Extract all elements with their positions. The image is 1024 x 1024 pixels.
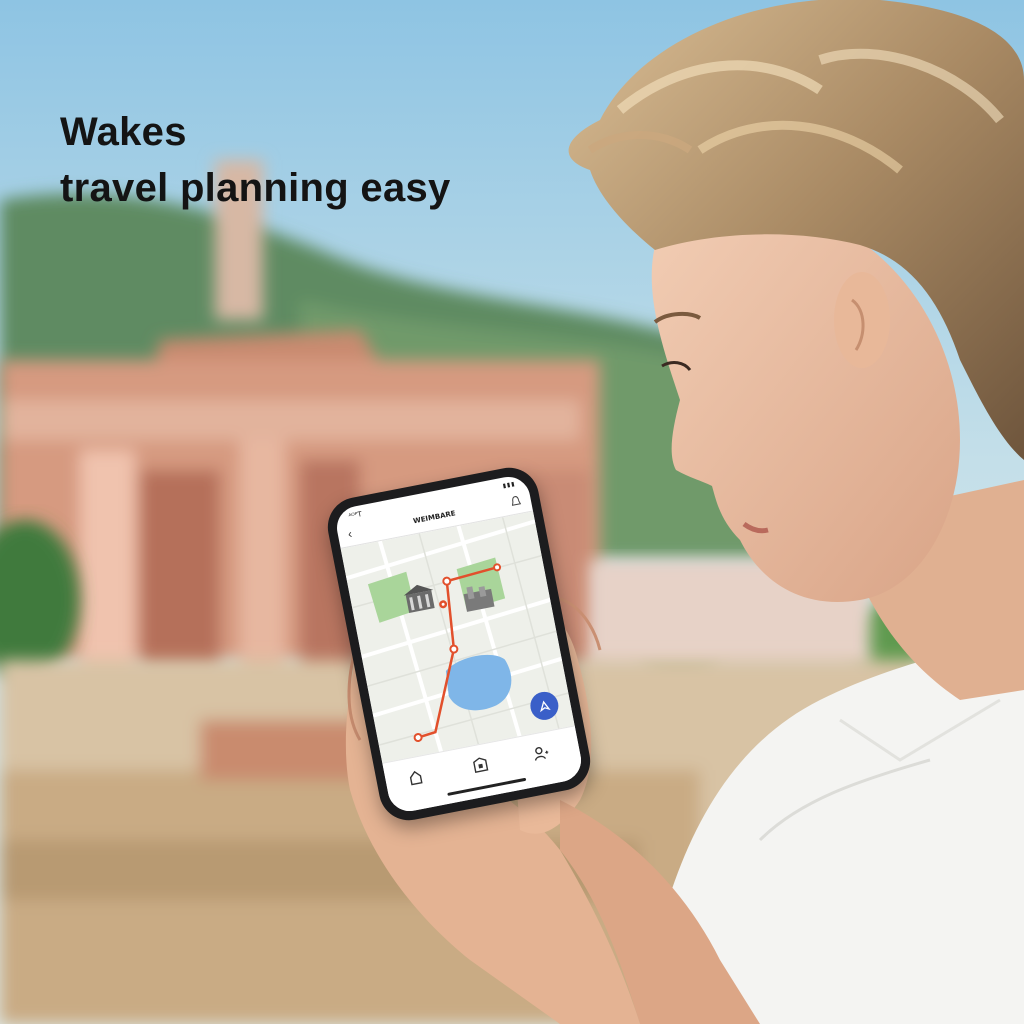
headline: Wakes travel planning easy	[60, 108, 451, 212]
bell-icon[interactable]	[510, 495, 522, 509]
route-stop	[442, 576, 452, 586]
headline-line-2: travel planning easy	[60, 166, 451, 210]
headline-line-1: Wakes	[60, 110, 187, 154]
home-icon[interactable]	[406, 768, 425, 787]
signal-icon: ▮▮▮	[502, 480, 517, 490]
profile-icon[interactable]	[532, 744, 551, 763]
route-stop	[413, 733, 423, 743]
status-time: ᴬᴼᴾT	[347, 510, 363, 521]
navigate-icon	[540, 700, 551, 713]
map-icon[interactable]	[471, 756, 490, 775]
route-stop	[493, 563, 502, 572]
route-map[interactable]	[340, 511, 576, 765]
home-indicator	[447, 777, 527, 796]
route-stop	[449, 644, 459, 654]
